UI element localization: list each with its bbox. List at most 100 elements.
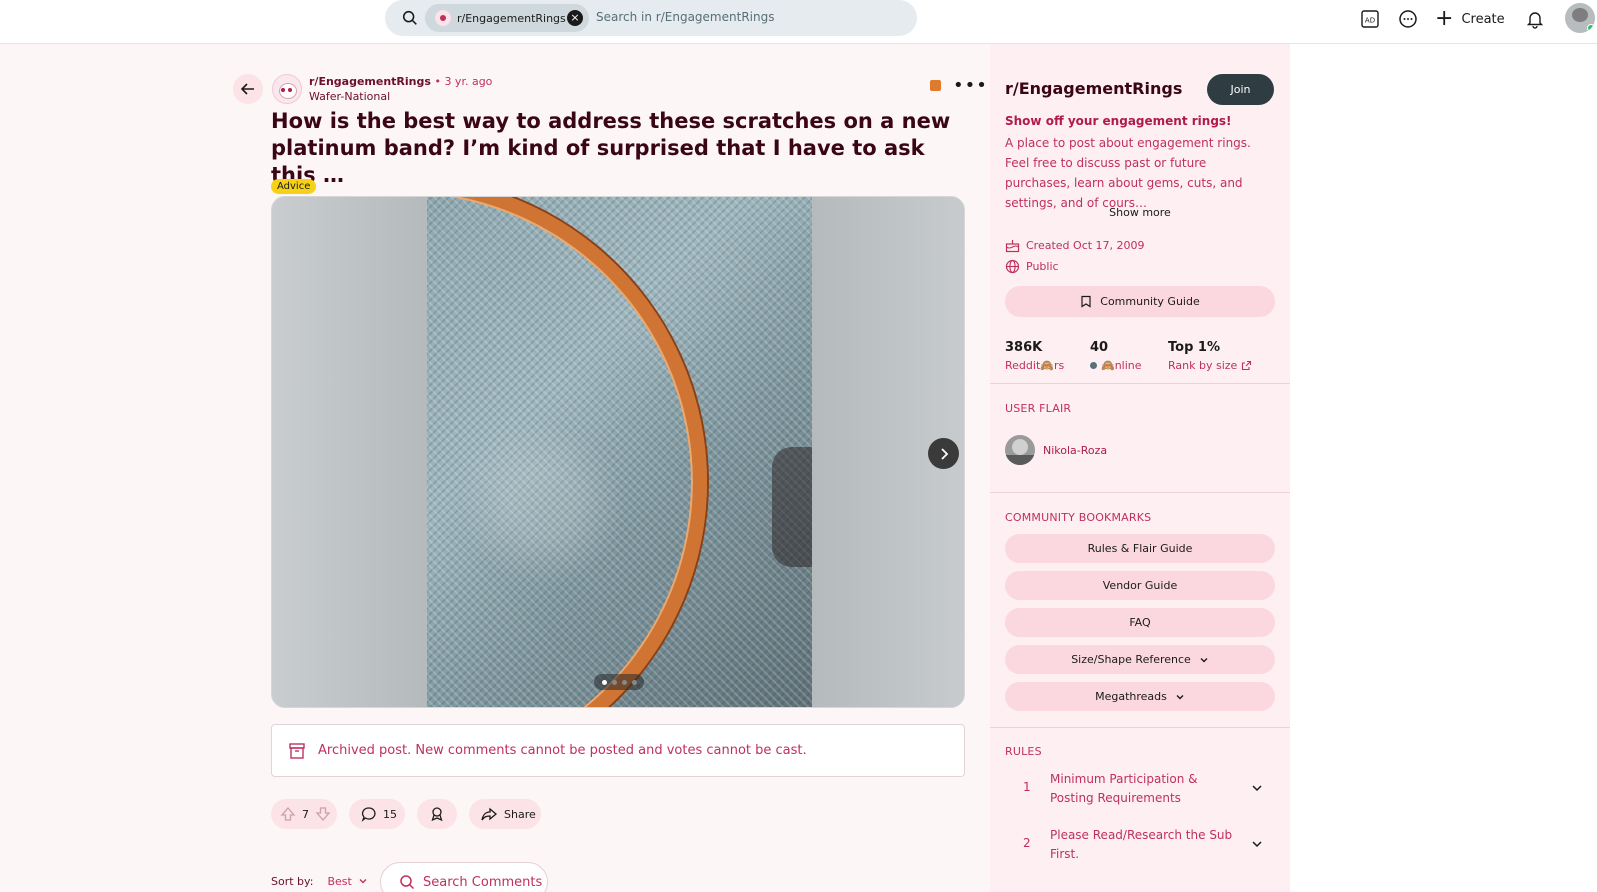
sort-control[interactable]: Sort by: Best <box>271 866 368 892</box>
book-icon <box>1081 295 1091 308</box>
divider <box>990 727 1290 728</box>
user-flair-name: Nikola-Roza <box>1043 443 1108 457</box>
archive-badge-icon <box>930 80 941 91</box>
carousel-dot[interactable] <box>601 679 607 685</box>
chevron-down-icon <box>1176 694 1184 699</box>
community-guide-button[interactable]: Community Guide <box>1005 286 1275 317</box>
visibility-info: Public <box>1005 259 1059 274</box>
comment-count: 15 <box>383 807 397 821</box>
award-icon <box>431 807 443 822</box>
back-button[interactable] <box>233 74 263 104</box>
created-info: Created Oct 17, 2009 <box>1005 238 1145 253</box>
comments-button[interactable]: 15 <box>349 799 405 829</box>
rule-text: Minimum Participation & Posting Requirem… <box>1050 772 1198 805</box>
downvote-icon[interactable] <box>315 806 331 822</box>
share-label: Share <box>504 807 536 821</box>
search-bar[interactable]: r/EngagementRings × Search in r/Engageme… <box>385 0 917 36</box>
bookmark-button[interactable]: Megathreads <box>1005 682 1275 711</box>
stat-members: 386K Reddit🙈rs <box>1005 340 1064 372</box>
bookmark-button[interactable]: Vendor Guide <box>1005 571 1275 600</box>
more-options-icon[interactable]: ••• <box>953 76 988 94</box>
post-author[interactable]: Wafer-National <box>309 90 390 103</box>
globe-icon <box>1005 259 1020 274</box>
carousel-dot[interactable] <box>611 679 617 685</box>
stat-rank: Top 1% Rank by size <box>1168 340 1252 372</box>
carousel-indicator[interactable] <box>594 674 644 690</box>
members-label: Reddit🙈rs <box>1005 359 1065 372</box>
user-flair-heading: USER FLAIR <box>1005 402 1072 415</box>
share-button[interactable]: Share <box>469 799 541 829</box>
share-icon <box>481 807 497 821</box>
bookmark-label: Size/Shape Reference <box>1071 653 1191 666</box>
bookmark-button[interactable]: Size/Shape Reference <box>1005 645 1275 674</box>
external-link-icon <box>1242 360 1252 371</box>
arrow-left-icon <box>240 83 254 95</box>
ad-icon[interactable]: AD <box>1359 8 1381 30</box>
archived-notice: Archived post. New comments cannot be po… <box>271 724 965 777</box>
sidebar-description: A place to post about engagement rings. … <box>1005 136 1251 210</box>
top-bar: r/EngagementRings × Search in r/Engageme… <box>0 0 1597 44</box>
subreddit-avatar-icon <box>435 10 451 26</box>
subreddit-link[interactable]: r/EngagementRings <box>309 75 431 88</box>
post-image <box>427 197 812 707</box>
rule-number: 1 <box>1023 780 1031 794</box>
carousel-dot[interactable] <box>631 679 637 685</box>
post-image-carousel[interactable] <box>271 196 965 708</box>
search-input[interactable]: Search in r/EngagementRings <box>596 10 774 24</box>
community-sidebar: r/EngagementRings Join Show off your eng… <box>990 44 1290 892</box>
bookmark-label: Rules & Flair Guide <box>1087 542 1193 555</box>
chevron-down-icon[interactable] <box>1251 838 1263 850</box>
chevron-down-icon <box>359 879 367 884</box>
community-guide-label: Community Guide <box>1100 295 1200 308</box>
chevron-down-icon <box>1200 657 1208 662</box>
online-label: 🙈nline <box>1101 359 1142 372</box>
online-dot-icon <box>1090 362 1097 369</box>
bookmark-label: FAQ <box>1129 616 1151 629</box>
create-button[interactable]: + Create <box>1435 6 1505 32</box>
post-meta: r/EngagementRings • 3 yr. ago <box>309 75 492 88</box>
chat-icon[interactable] <box>1397 8 1419 30</box>
bookmark-button[interactable]: Rules & Flair Guide <box>1005 534 1275 563</box>
sort-label: Sort by: <box>271 874 314 888</box>
post-flair[interactable]: Advice <box>271 179 317 194</box>
user-avatar[interactable] <box>1565 3 1595 33</box>
comment-icon <box>361 807 376 822</box>
vote-count: 7 <box>302 807 309 821</box>
archive-icon <box>289 742 305 759</box>
user-flair-avatar <box>1005 435 1035 465</box>
rank-label[interactable]: Rank by size <box>1168 359 1237 372</box>
photo-shadow <box>772 447 812 567</box>
carousel-next-button[interactable] <box>928 438 959 469</box>
show-more-button[interactable]: Show more <box>990 206 1290 219</box>
rules-heading: RULES <box>1005 745 1042 758</box>
search-comments-label: Search Comments <box>423 874 543 890</box>
user-flair[interactable]: Nikola-Roza <box>1005 435 1107 465</box>
join-button[interactable]: Join <box>1207 74 1274 105</box>
upvote-icon[interactable] <box>280 806 296 822</box>
sidebar-headline: Show off your engagement rings! <box>1005 114 1232 128</box>
bookmark-label: Vendor Guide <box>1102 579 1178 592</box>
visibility-label: Public <box>1026 260 1059 273</box>
bell-icon[interactable] <box>1524 8 1546 30</box>
post-title[interactable]: How is the best way to address these scr… <box>271 108 971 189</box>
carousel-dot[interactable] <box>621 679 627 685</box>
online-row: 🙈nline <box>1090 359 1142 372</box>
cake-icon <box>1005 240 1020 253</box>
subreddit-avatar[interactable] <box>272 74 302 104</box>
search-comments-button[interactable]: Search Comments <box>380 862 548 892</box>
rank-value: Top 1% <box>1168 340 1220 355</box>
chevron-down-icon[interactable] <box>1251 782 1263 794</box>
bookmark-button[interactable]: FAQ <box>1005 608 1275 637</box>
sort-value[interactable]: Best <box>327 875 351 888</box>
rank-row[interactable]: Rank by size <box>1168 359 1252 372</box>
subreddit-search-chip[interactable]: r/EngagementRings × <box>425 4 589 32</box>
online-count: 40 <box>1090 340 1109 355</box>
award-button[interactable] <box>417 799 457 829</box>
clear-chip-icon[interactable]: × <box>567 10 583 26</box>
divider <box>990 383 1290 384</box>
divider <box>990 492 1290 493</box>
svg-text:AD: AD <box>1365 17 1375 25</box>
meta-separator: • <box>434 75 441 88</box>
members-count: 386K <box>1005 340 1043 355</box>
post-time: 3 yr. ago <box>444 75 493 88</box>
